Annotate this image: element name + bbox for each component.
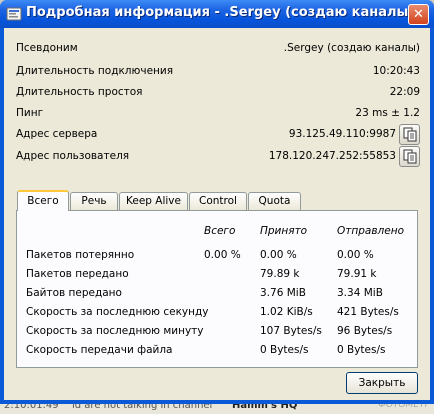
stat-received: 1.02 KiB/s bbox=[260, 306, 313, 318]
details-dialog: Подробная информация - .Sergey (создаю к… bbox=[0, 0, 434, 404]
stat-row: Пакетов потерянно 0.00 % 0.00 % 0.00 % bbox=[26, 249, 416, 267]
info-row: Адрес пользователя 178.120.247.252:55853 bbox=[16, 146, 420, 167]
stat-label: Скорость за последнюю минуту bbox=[26, 325, 204, 337]
copy-icon bbox=[403, 127, 417, 142]
stat-received: 0.00 % bbox=[260, 249, 297, 261]
stat-total: 0.00 % bbox=[204, 249, 241, 261]
info-value: 22:09 bbox=[389, 86, 420, 98]
info-label: Пинг bbox=[16, 107, 44, 119]
window-close-button[interactable]: ✕ bbox=[408, 4, 429, 25]
stat-label: Байтов передано bbox=[26, 287, 122, 299]
stat-row: Пакетов передано 79.89 k 79.91 k bbox=[26, 268, 416, 286]
col-header-received: Принято bbox=[260, 225, 308, 237]
info-value: 178.120.247.252:55853 bbox=[268, 150, 396, 162]
copy-icon bbox=[403, 149, 417, 164]
stat-label: Пакетов передано bbox=[26, 268, 129, 280]
app-icon bbox=[6, 7, 22, 21]
tab-1[interactable]: Речь bbox=[70, 192, 118, 210]
col-header-sent: Отправлено bbox=[337, 225, 404, 237]
stat-sent: 96 Bytes/s bbox=[337, 325, 393, 337]
tab-4[interactable]: Quota bbox=[248, 192, 301, 210]
info-value: 23 ms ± 1.2 bbox=[355, 107, 420, 119]
stat-label: Скорость передачи файла bbox=[26, 344, 173, 356]
copy-button[interactable] bbox=[399, 146, 420, 167]
info-row: Псевдоним .Sergey (создаю каналы) bbox=[16, 40, 420, 58]
stat-row: Скорость за последнюю минуту 107 Bytes/s 9… bbox=[26, 325, 416, 343]
info-label: Длительность подключения bbox=[16, 65, 174, 77]
info-label: Адрес сервера bbox=[16, 128, 98, 140]
copy-button[interactable] bbox=[399, 124, 420, 145]
stat-received: 3.76 MiB bbox=[260, 287, 306, 299]
col-header-total: Всего bbox=[204, 225, 236, 237]
stats-panel: Всего Принято Отправлено Пакетов потерян… bbox=[16, 210, 418, 368]
stat-label: Скорость за последнюю секунду bbox=[26, 306, 209, 318]
stat-sent: 0.00 % bbox=[337, 249, 374, 261]
tab-0[interactable]: Всего bbox=[17, 190, 69, 211]
info-label: Длительность простоя bbox=[16, 86, 143, 98]
stat-sent: 79.91 k bbox=[337, 268, 377, 280]
stat-row: Скорость за последнюю секунду 1.02 KiB/s 4… bbox=[26, 306, 416, 324]
info-value: 93.125.49.110:9987 bbox=[288, 128, 396, 140]
stat-row: Скорость передачи файла 0 Bytes/s 0 Bytes/… bbox=[26, 344, 416, 362]
info-value: .Sergey (создаю каналы) bbox=[283, 42, 420, 54]
tab-2[interactable]: Keep Alive bbox=[119, 192, 188, 210]
stat-sent: 3.34 MiB bbox=[337, 287, 383, 299]
stat-received: 79.89 k bbox=[260, 268, 300, 280]
info-row: Длительность подключения 10:20:43 bbox=[16, 63, 420, 81]
stat-sent: 0 Bytes/s bbox=[337, 344, 386, 356]
title-bar[interactable]: Подробная информация - .Sergey (создаю к… bbox=[0, 0, 434, 28]
info-row: Адрес сервера 93.125.49.110:9987 bbox=[16, 124, 420, 145]
stat-row: Байтов передано 3.76 MiB 3.34 MiB bbox=[26, 287, 416, 305]
close-icon: ✕ bbox=[413, 7, 424, 22]
info-label: Псевдоним bbox=[16, 42, 78, 54]
info-value: 10:20:43 bbox=[372, 65, 420, 77]
info-row: Пинг 23 ms ± 1.2 bbox=[16, 105, 420, 123]
stat-received: 0 Bytes/s bbox=[260, 344, 309, 356]
info-label: Адрес пользователя bbox=[16, 150, 130, 162]
dialog-body: Псевдоним .Sergey (создаю каналы) Длительн… bbox=[4, 28, 430, 400]
stat-received: 107 Bytes/s bbox=[260, 325, 322, 337]
tab-3[interactable]: Control bbox=[189, 192, 247, 210]
info-row: Длительность простоя 22:09 bbox=[16, 84, 420, 102]
stat-label: Пакетов потерянно bbox=[26, 249, 135, 261]
window-title: Подробная информация - .Sergey (создаю к… bbox=[26, 5, 415, 20]
stat-sent: 421 Bytes/s bbox=[337, 306, 399, 318]
close-dialog-button[interactable]: Закрыть bbox=[346, 372, 418, 394]
